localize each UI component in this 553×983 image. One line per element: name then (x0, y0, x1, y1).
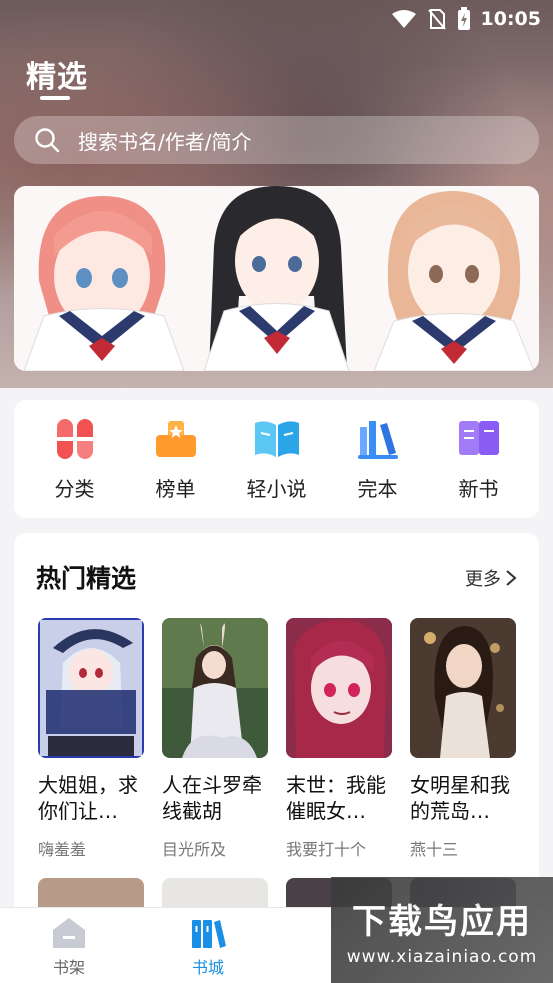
title-active-indicator (40, 96, 70, 100)
watermark-url: www.xiazainiao.com (346, 946, 538, 967)
books-shelf-icon (357, 420, 398, 459)
site-watermark: 下载鸟应用 www.xiazainiao.com (331, 877, 553, 983)
no-sim-icon (427, 9, 446, 30)
more-label: 更多 (465, 569, 501, 590)
book-author: 燕十三 (410, 840, 459, 859)
search-placeholder: 搜索书名/作者/简介 (78, 129, 252, 154)
book-title: 末世：我能催眠女… (286, 773, 386, 823)
book-list: 大姐姐，求你们让… 嗨羞羞 人在斗罗牵线截胡 目光所及 末世：我能催眠女… 我要… (38, 618, 516, 860)
ranking-star-icon (155, 420, 196, 457)
search-input[interactable]: 搜索书名/作者/简介 (14, 116, 539, 164)
book-card[interactable]: 末世：我能催眠女… 我要打十个 (286, 618, 392, 860)
book-title: 女明星和我的荒岛… (410, 773, 510, 823)
banner-character-right (364, 186, 539, 371)
page-title[interactable]: 精选 (26, 52, 88, 96)
nav-tab-bookshelf[interactable]: 书架 (29, 916, 109, 978)
status-bar: 10:05 (0, 0, 553, 38)
clover-grid-icon (56, 418, 93, 459)
nav-label: 书架 (52, 958, 85, 977)
book-author: 目光所及 (162, 840, 227, 859)
battery-charging-icon (457, 7, 470, 30)
more-link[interactable]: 更多 (465, 565, 517, 591)
category-item-new-books[interactable]: 新书 (439, 417, 519, 502)
open-book-icon (254, 420, 299, 457)
category-label: 完本 (357, 476, 398, 501)
hot-picks-section: 热门精选 更多 大姐姐，求你们让… 嗨羞羞 人在斗罗牵线截胡 目光所及 末世：我… (14, 533, 539, 913)
bookshelf-icon (53, 918, 85, 948)
book-cover (286, 618, 392, 758)
category-item-classify[interactable]: 分类 (35, 417, 115, 502)
book-card[interactable]: 大姐姐，求你们让… 嗨羞羞 (38, 618, 144, 860)
book-cover[interactable] (38, 878, 144, 908)
book-title: 大姐姐，求你们让… (38, 773, 138, 823)
category-item-light-novel[interactable]: 轻小说 (237, 417, 317, 502)
book-cover (162, 618, 268, 758)
book-title: 人在斗罗牵线截胡 (162, 773, 262, 823)
new-book-icon (458, 420, 499, 455)
search-icon (35, 128, 60, 153)
nav-label: 书城 (191, 958, 224, 977)
category-label: 新书 (458, 476, 499, 501)
book-card[interactable]: 女明星和我的荒岛… 燕十三 (410, 618, 516, 860)
category-shortcuts: 分类 榜单 轻小说 完本 新书 (14, 400, 539, 518)
category-label: 轻小说 (246, 476, 307, 501)
book-cover (38, 618, 144, 758)
book-card[interactable]: 人在斗罗牵线截胡 目光所及 (162, 618, 268, 860)
wifi-icon (391, 10, 416, 28)
banner-character-left (14, 186, 189, 371)
nav-tab-bookstore[interactable]: 书城 (168, 916, 248, 978)
book-cover[interactable] (162, 878, 268, 908)
watermark-title: 下载鸟应用 (352, 901, 532, 942)
book-cover (410, 618, 516, 758)
banner-character-center (189, 186, 364, 371)
banner-carousel[interactable] (14, 186, 539, 371)
category-label: 榜单 (155, 476, 196, 501)
book-author: 嗨羞羞 (38, 840, 87, 859)
book-author: 我要打十个 (286, 840, 367, 859)
category-item-completed[interactable]: 完本 (338, 417, 418, 502)
section-title: 热门精选 (36, 564, 137, 593)
bookstore-icon (192, 920, 226, 948)
category-item-ranking[interactable]: 榜单 (136, 417, 216, 502)
category-label: 分类 (54, 476, 95, 501)
status-time: 10:05 (480, 8, 541, 30)
chevron-right-icon (506, 570, 517, 586)
